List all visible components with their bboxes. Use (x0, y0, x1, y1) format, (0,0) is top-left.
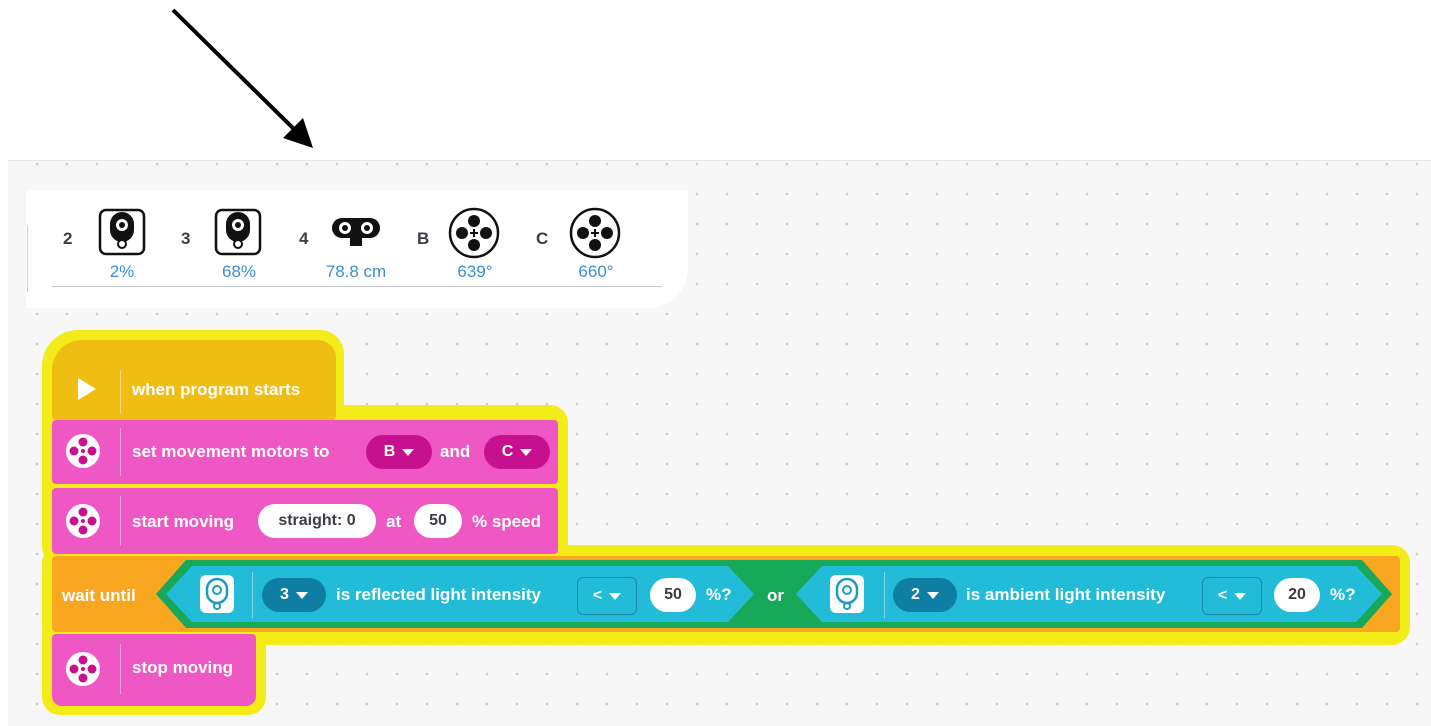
block-label: start moving (132, 512, 235, 531)
steering-input[interactable]: straight: 0 (258, 504, 376, 538)
port-view-divider (52, 286, 662, 287)
and-label: and (440, 442, 471, 461)
start-moving-block[interactable]: start moving straight: 0 at 50 % speed (52, 488, 558, 554)
speed-input[interactable]: 50 (414, 504, 462, 538)
color-sensor-icon (200, 575, 234, 613)
sensor-value-C: 660° (578, 262, 614, 281)
block-label: wait until (62, 586, 136, 605)
movement-motor-icon (66, 434, 100, 468)
port-label-B: B (417, 229, 430, 248)
block-label: set movement motors to (132, 442, 330, 461)
play-icon (78, 378, 96, 400)
sensor-value-4: 78.8 cm (325, 262, 387, 281)
unit-label-1: %? (706, 585, 732, 604)
port-label-3: 3 (181, 229, 191, 248)
distance-sensor-icon[interactable] (330, 214, 382, 248)
port-label-C: C (536, 229, 549, 248)
port-label-4: 4 (299, 229, 309, 248)
sensor-value-B: 639° (457, 262, 493, 281)
color-sensor-icon (830, 575, 864, 613)
stop-moving-block[interactable]: stop moving (52, 634, 256, 706)
movement-motor-icon (66, 504, 100, 538)
sensor-port-dropdown-2[interactable]: 2 (893, 578, 957, 612)
comparison-dropdown-1[interactable]: < (577, 577, 637, 615)
sensor-value-3: 68% (221, 262, 257, 281)
port-label-2: 2 (63, 229, 73, 248)
block-label: stop moving (132, 658, 234, 677)
when-program-starts-block[interactable]: when program starts (52, 340, 336, 420)
threshold-input-2[interactable]: 20 (1274, 578, 1320, 612)
block-label: when program starts (132, 380, 301, 399)
condition-1-label: is reflected light intensity (336, 585, 541, 604)
annotation-arrow (171, 8, 313, 148)
unit-label-2: %? (1330, 585, 1356, 604)
at-label: at (386, 512, 402, 531)
movement-motor-icon (66, 652, 100, 686)
condition-2-label: is ambient light intensity (966, 585, 1166, 604)
set-movement-motors-block[interactable]: set movement motors to B and C (52, 420, 558, 484)
motor-icon[interactable] (448, 207, 500, 259)
motor-port-dropdown-1[interactable]: B (366, 435, 432, 469)
speed-unit-label: % speed (472, 512, 541, 531)
motor-icon[interactable] (569, 207, 621, 259)
color-sensor-icon[interactable] (214, 208, 262, 256)
sensor-port-dropdown-1[interactable]: 3 (262, 578, 326, 612)
threshold-input-1[interactable]: 50 (650, 578, 696, 612)
or-label: or (767, 586, 784, 605)
sensor-value-2: 2% (109, 262, 135, 281)
color-sensor-icon[interactable] (98, 208, 146, 256)
comparison-dropdown-2[interactable]: < (1202, 577, 1262, 615)
motor-port-dropdown-2[interactable]: C (484, 435, 550, 469)
